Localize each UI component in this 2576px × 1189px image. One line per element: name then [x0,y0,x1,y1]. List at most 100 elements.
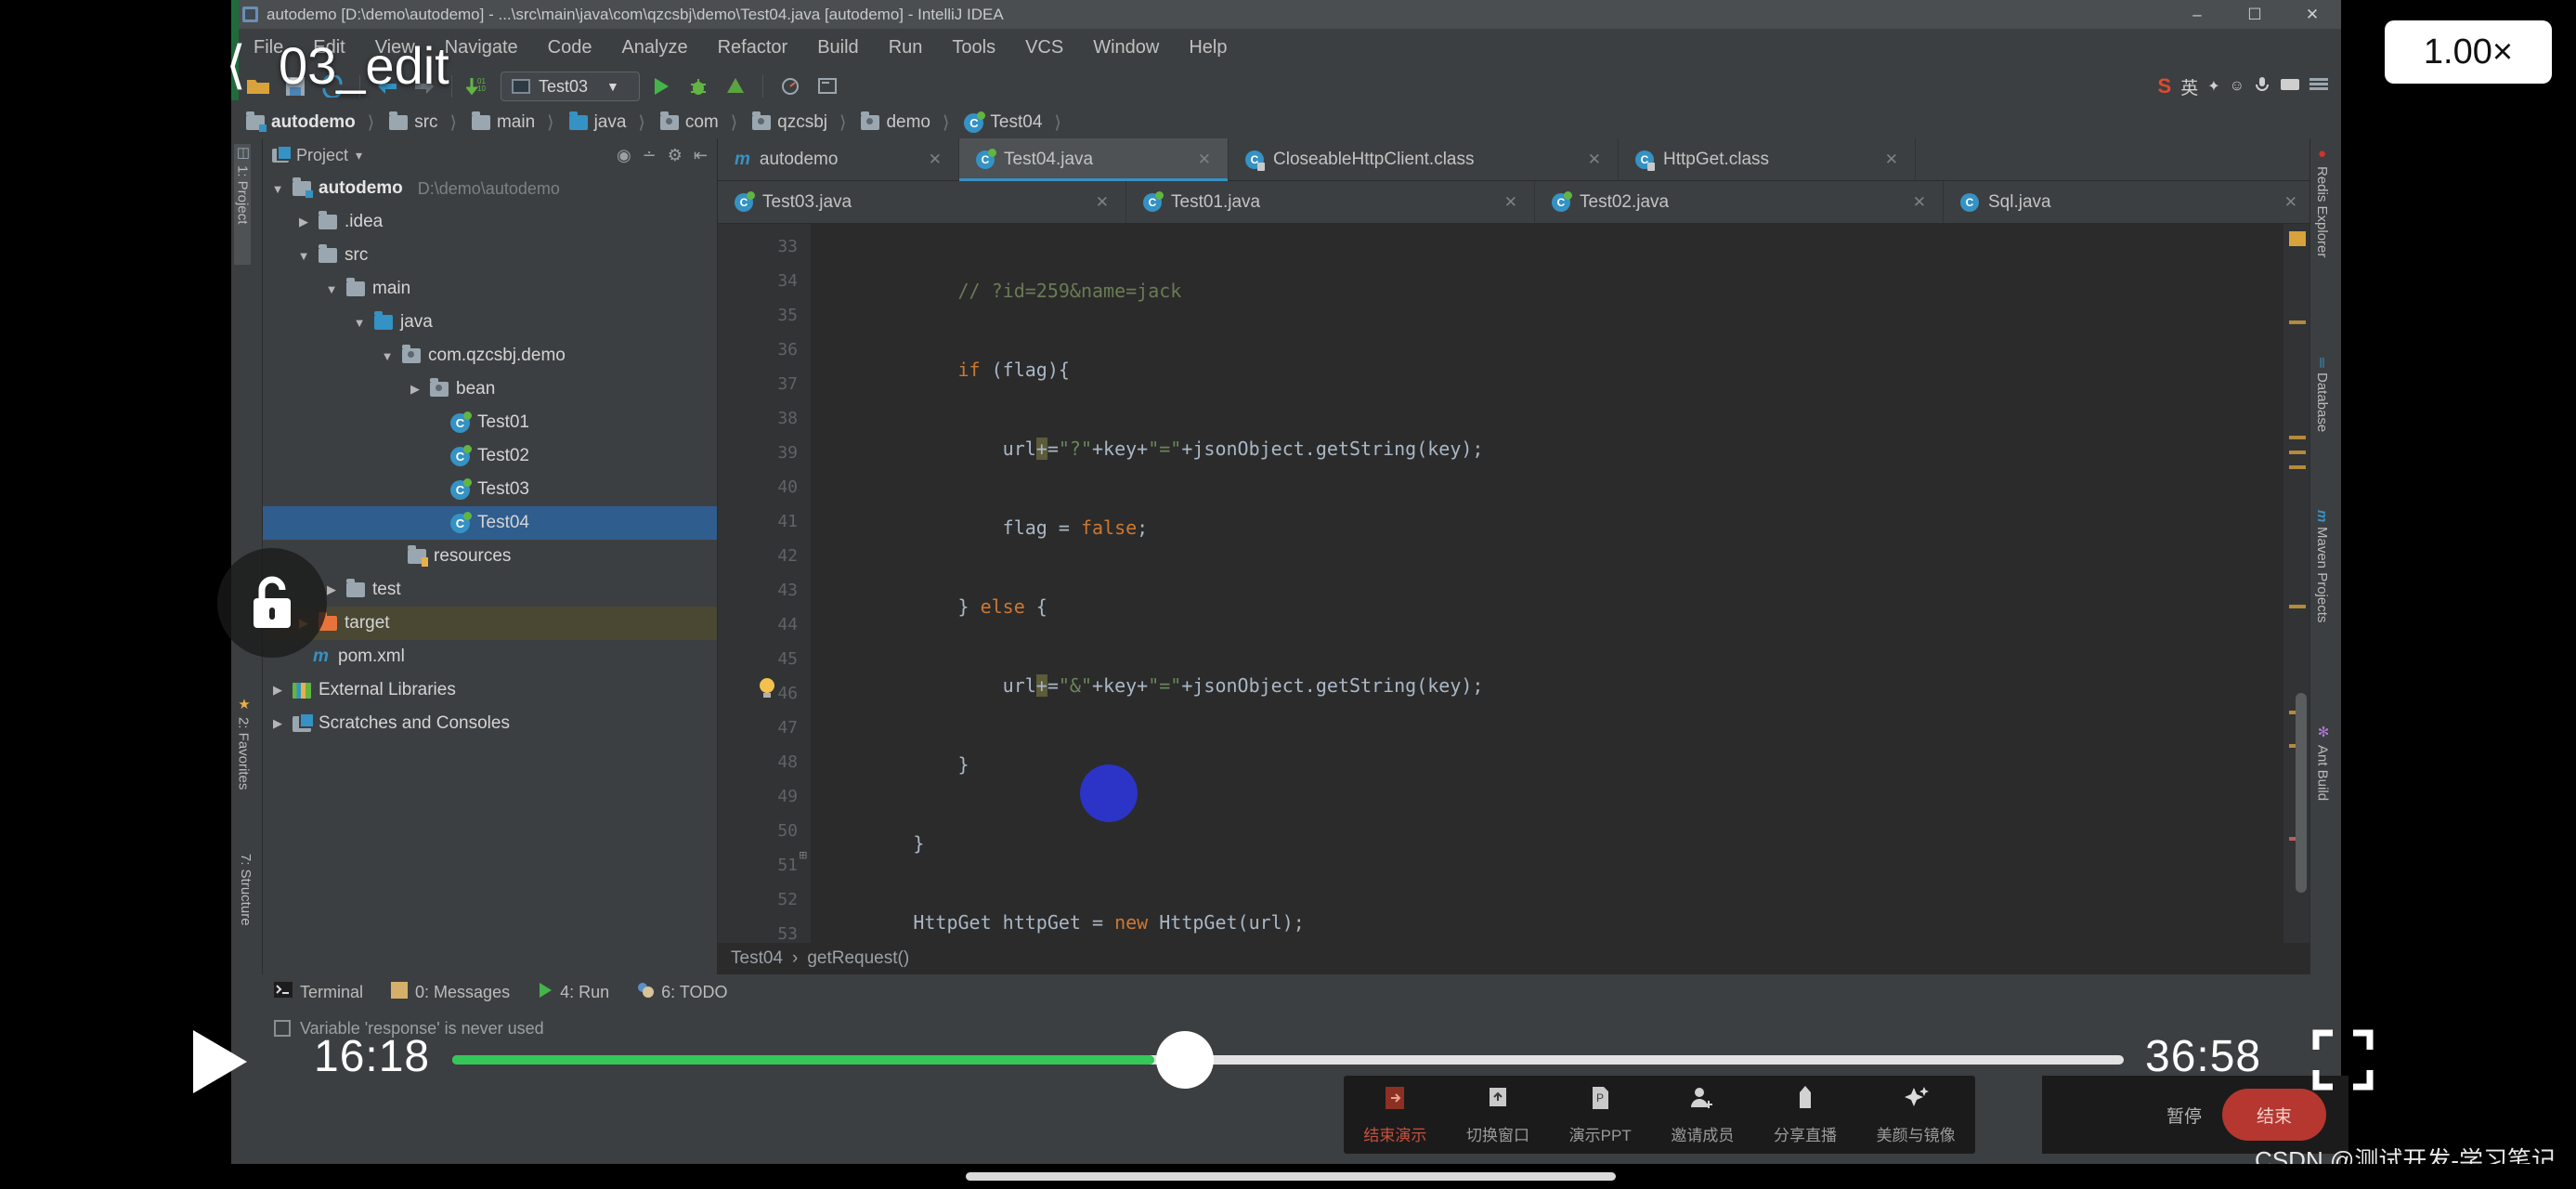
menu-item-help[interactable]: Help [1174,29,1242,66]
debug-icon[interactable] [683,71,714,102]
keyboard-icon[interactable] [2280,77,2300,97]
tab-test02-java[interactable]: C Test02.java ✕ [1535,181,1944,223]
recording-pause-button[interactable]: 暂停 [2166,1103,2202,1128]
menu-item-build[interactable]: Build [802,29,873,66]
maximize-button[interactable]: ☐ [2226,0,2283,29]
expand-arrow-icon[interactable]: ▼ [380,349,395,363]
profiler-icon[interactable] [774,71,806,102]
code-editor[interactable]: 33 34 35 36 37 38 39 40 41 42 43 44 45 4… [718,224,2309,943]
chevron-down-icon[interactable]: ▼ [606,79,619,94]
sidebar-item-favorites[interactable]: ★ 2: Favorites [235,696,253,840]
tab-test04-java[interactable]: C Test04.java ✕ [959,138,1229,181]
play-button[interactable] [186,1026,254,1097]
close-icon[interactable]: ✕ [2270,193,2297,212]
menu-item-refactor[interactable]: Refactor [703,29,803,66]
sidebar-item-structure[interactable]: 7: Structure [238,854,254,974]
close-icon[interactable]: ✕ [1183,150,1211,169]
tool-button-run[interactable]: 4: Run [538,982,609,1003]
close-icon[interactable]: ✕ [1490,193,1517,212]
tree-item-main[interactable]: ▼ main [263,272,717,306]
sidebar-item-ant-build[interactable]: ✻ Ant Build [2314,724,2332,872]
expand-arrow-icon[interactable]: ▶ [408,382,423,397]
warning-marker[interactable] [2289,605,2306,608]
ime-emoji-icon[interactable]: ☺ [2230,78,2244,95]
breadcrumb-item-java[interactable]: java ⟩ [564,107,655,138]
warning-marker[interactable] [2289,231,2306,246]
mic-icon[interactable] [2254,75,2270,98]
warning-marker[interactable] [2289,465,2306,469]
back-chevron-icon[interactable]: ⟨ [212,37,260,93]
tree-item-idea[interactable]: ▶ .idea [263,205,717,239]
tree-item-test04[interactable]: C Test04 [263,506,717,540]
sidebar-item-database[interactable]: ═ Database [2314,358,2330,497]
menu-item-analyze[interactable]: Analyze [606,29,702,66]
tool-button-messages[interactable]: 0: Messages [391,981,510,1003]
expand-arrow-icon[interactable]: ▼ [352,316,367,330]
tree-item-pom-xml[interactable]: m pom.xml [263,640,717,673]
run-configuration-selector[interactable]: Test03 ▼ [501,72,640,101]
recording-action-share-live[interactable]: 分享直播 [1774,1084,1837,1145]
tree-item-bean[interactable]: ▶ bean [263,372,717,406]
checkbox-icon[interactable] [274,1020,291,1037]
locate-icon[interactable]: ◉ [617,146,631,165]
close-icon[interactable]: ✕ [1573,150,1601,169]
menu-item-window[interactable]: Window [1078,29,1174,66]
recording-stop-button[interactable]: 结束 [2222,1089,2326,1141]
expand-arrow-icon[interactable]: ▼ [324,282,339,296]
tree-item-target[interactable]: ▶ target [263,607,717,640]
close-icon[interactable]: ✕ [1870,150,1898,169]
editor-marker-bar[interactable] [2283,224,2309,943]
code-fold-icon[interactable]: ⊞ [800,848,807,863]
editor-scrollbar[interactable] [2296,693,2307,893]
tool-button-terminal[interactable]: Terminal [274,982,363,1002]
coverage-icon[interactable] [720,71,751,102]
warning-marker[interactable] [2289,436,2306,439]
close-icon[interactable]: ✕ [1081,193,1109,212]
expand-arrow-icon[interactable]: ▼ [270,182,285,196]
run-icon[interactable] [645,71,677,102]
sogou-ime-icon[interactable]: S [2158,74,2172,98]
intention-bulb-icon[interactable] [757,676,777,700]
fullscreen-icon[interactable] [2312,1029,2374,1091]
collapse-all-icon[interactable]: ∸ [643,146,657,165]
expand-arrow-icon[interactable]: ▶ [296,215,311,229]
tree-item-src[interactable]: ▼ src [263,239,717,272]
breadcrumb-item-src[interactable]: src ⟩ [384,107,466,138]
tree-item-scratches-and-consoles[interactable]: ▶ Scratches and Consoles [263,707,717,740]
breadcrumb-item-demo[interactable]: demo ⟩ [855,107,958,138]
recording-action-end-presentation[interactable]: 结束演示 [1363,1084,1426,1145]
breadcrumb-item-autodemo[interactable]: autodemo ⟩ [241,107,384,138]
tray-menu-icon[interactable] [2309,77,2328,97]
tab-httpget-class[interactable]: C HttpGet.class ✕ [1619,138,1916,180]
warning-marker[interactable] [2289,451,2306,454]
menu-item-run[interactable]: Run [874,29,938,66]
recording-action-invite-member[interactable]: 邀请成员 [1671,1084,1734,1145]
tree-item-test03[interactable]: C Test03 [263,473,717,506]
minimize-button[interactable]: – [2168,0,2226,29]
warning-marker[interactable] [2289,320,2306,324]
sidebar-item-redis-explorer[interactable]: ● Redis Explorer [2314,146,2330,341]
breadcrumb-item-qzcsbj[interactable]: qzcsbj ⟩ [747,107,855,138]
editor-breadcrumb-class[interactable]: Test04 [731,948,783,969]
expand-arrow-icon[interactable]: ▶ [270,716,285,731]
close-button[interactable]: ✕ [2283,0,2341,29]
tree-item-com-qzcsbj-demo[interactable]: ▼ com.qzcsbj.demo [263,339,717,372]
tab-test03-java[interactable]: C Test03.java ✕ [718,181,1126,223]
tab-test01-java[interactable]: C Test01.java ✕ [1126,181,1535,223]
search-everywhere-icon[interactable] [812,71,843,102]
tool-button-todo[interactable]: 6: TODO [637,982,728,1003]
tree-item-external-libraries[interactable]: ▶ External Libraries [263,673,717,707]
hide-panel-icon[interactable]: ⇤ [694,146,708,165]
ime-language-label[interactable]: 英 [2180,74,2198,99]
tab-autodemo[interactable]: m autodemo ✕ [718,138,959,180]
editor-breadcrumb-method[interactable]: getRequest() [807,948,909,969]
sidebar-item-maven-projects[interactable]: m Maven Projects [2314,510,2330,710]
breadcrumb-item-com[interactable]: com ⟩ [655,107,747,138]
breadcrumb-item-main[interactable]: main ⟩ [466,107,564,138]
code-text[interactable]: // ?id=259&name=jack if (flag){ url+="?"… [811,224,2283,943]
tab-closeablehttpclient-class[interactable]: C CloseableHttpClient.class ✕ [1229,138,1619,180]
ime-mode-icon[interactable]: ✦ [2207,77,2219,96]
recording-action-beauty-mirror[interactable]: 美颜与镜像 [1877,1084,1956,1145]
recording-action-present-ppt[interactable]: P 演示PPT [1569,1084,1632,1145]
close-icon[interactable]: ✕ [1898,193,1926,212]
